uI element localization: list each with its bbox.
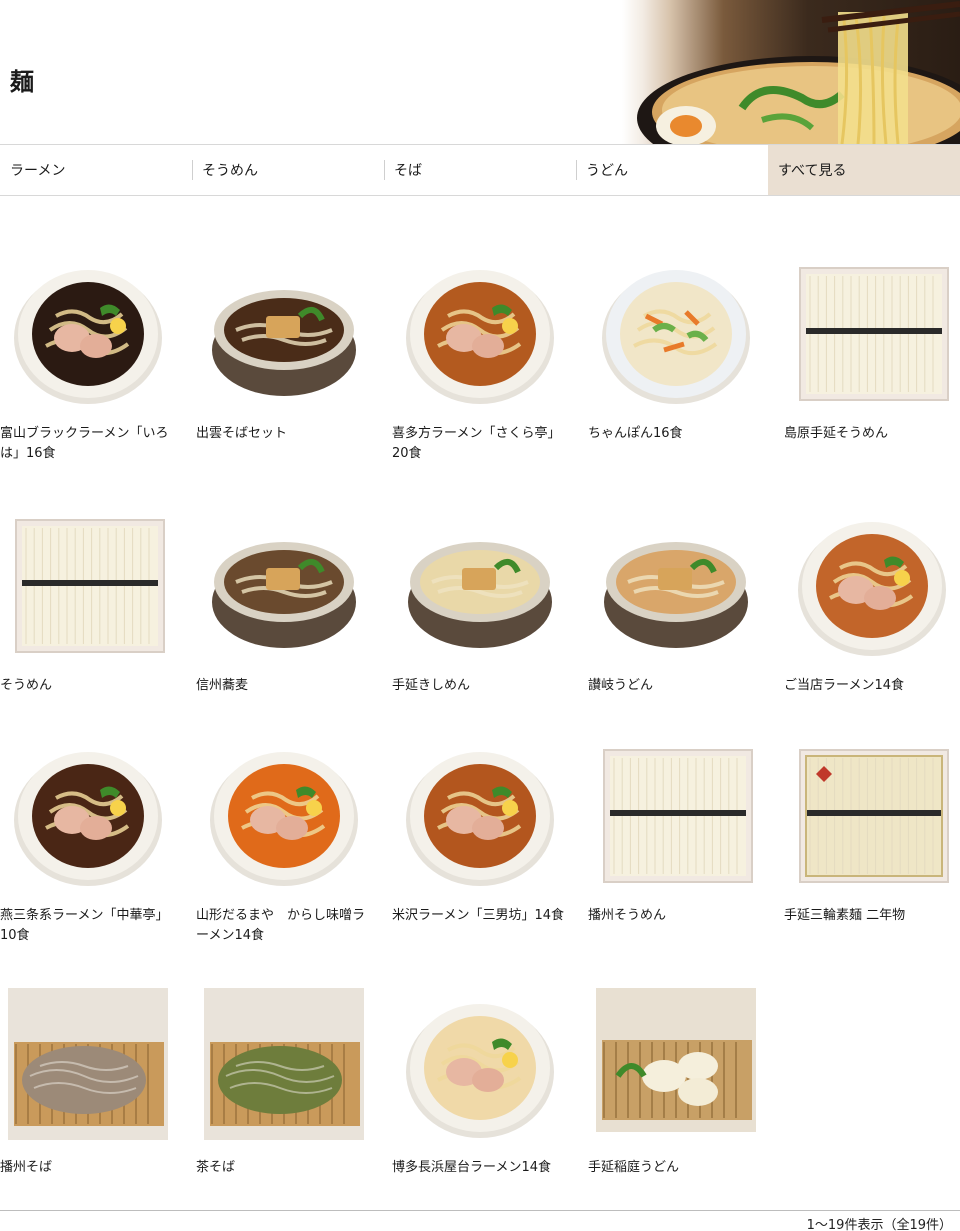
product-photo-illustration	[406, 752, 554, 886]
product-image[interactable]	[0, 246, 176, 422]
product-photo-illustration	[14, 752, 162, 886]
product-name[interactable]: 手延三輪素麺 二年物	[784, 906, 960, 926]
tab-ramen[interactable]: ラーメン	[0, 145, 192, 195]
product-image[interactable]	[588, 980, 764, 1156]
product-name[interactable]: 茶そば	[196, 1158, 372, 1178]
product-card[interactable]: ちゃんぽん16食	[588, 246, 764, 444]
tab-somen[interactable]: そうめん	[192, 145, 384, 195]
product-name[interactable]: 喜多方ラーメン「さくら亭」20食	[392, 424, 568, 464]
product-card[interactable]: 手延稲庭うどん	[588, 980, 764, 1178]
product-image[interactable]	[588, 728, 764, 904]
product-card[interactable]: 出雲そばセット	[196, 246, 372, 444]
tab-label: そば	[394, 163, 422, 179]
product-card[interactable]: 茶そば	[196, 980, 372, 1178]
hero-ramen-illustration	[637, 1, 960, 144]
product-name[interactable]: そうめん	[0, 676, 176, 696]
product-card[interactable]: 山形だるまや からし味噌ラーメン14食	[196, 728, 372, 946]
product-image[interactable]	[392, 728, 568, 904]
product-name[interactable]: 燕三条系ラーメン「中華亭」10食	[0, 906, 176, 946]
tab-label: ラーメン	[10, 163, 66, 179]
category-tabs: ラーメン そうめん そば うどん すべて見る	[0, 144, 960, 196]
product-image[interactable]	[196, 246, 372, 422]
product-card[interactable]: 米沢ラーメン「三男坊」14食	[392, 728, 568, 926]
product-image[interactable]	[196, 728, 372, 904]
product-card[interactable]: 島原手延そうめん	[784, 246, 960, 444]
product-image[interactable]	[392, 498, 568, 674]
product-image[interactable]	[196, 498, 372, 674]
product-card[interactable]: 播州そば	[0, 980, 176, 1178]
product-image[interactable]	[784, 498, 960, 674]
product-name[interactable]: 讃岐うどん	[588, 676, 764, 696]
product-photo-illustration	[798, 522, 946, 656]
product-card[interactable]: そうめん	[0, 498, 176, 696]
product-image[interactable]	[588, 498, 764, 674]
tab-see-all[interactable]: すべて見る	[768, 145, 960, 195]
page-title: 麺	[10, 68, 35, 96]
tab-label: そうめん	[202, 163, 258, 179]
product-photo-illustration	[15, 519, 165, 653]
product-name[interactable]: 信州蕎麦	[196, 676, 372, 696]
product-photo-illustration	[408, 542, 552, 648]
product-name[interactable]: 手延稲庭うどん	[588, 1158, 764, 1178]
product-image[interactable]	[784, 728, 960, 904]
product-image[interactable]	[784, 246, 960, 422]
tab-udon[interactable]: うどん	[576, 145, 768, 195]
product-name[interactable]: 博多長浜屋台ラーメン14食	[392, 1158, 568, 1178]
product-photo-illustration	[212, 542, 356, 648]
product-card[interactable]: 富山ブラックラーメン「いろは」16食	[0, 246, 176, 464]
product-image[interactable]	[392, 980, 568, 1156]
product-name[interactable]: 富山ブラックラーメン「いろは」16食	[0, 424, 176, 464]
product-image[interactable]	[196, 980, 372, 1156]
product-photo-illustration	[799, 749, 949, 883]
product-name[interactable]: 米沢ラーメン「三男坊」14食	[392, 906, 568, 926]
tab-label: うどん	[586, 163, 628, 179]
product-photo-illustration	[602, 270, 750, 404]
product-photo-illustration	[603, 749, 753, 883]
hero-ramen-image	[622, 0, 960, 144]
product-name[interactable]: ちゃんぽん16食	[588, 424, 764, 444]
product-name[interactable]: 播州そうめん	[588, 906, 764, 926]
footer-divider	[0, 1210, 960, 1211]
product-card[interactable]: 播州そうめん	[588, 728, 764, 926]
product-card[interactable]: 手延三輪素麺 二年物	[784, 728, 960, 926]
product-photo-illustration	[210, 752, 358, 886]
product-card[interactable]: 喜多方ラーメン「さくら亭」20食	[392, 246, 568, 464]
product-image[interactable]	[588, 246, 764, 422]
result-count: 1～19件表示（全19件）	[806, 1218, 952, 1231]
product-photo-illustration	[14, 270, 162, 404]
product-card[interactable]: 博多長浜屋台ラーメン14食	[392, 980, 568, 1178]
product-name[interactable]: 島原手延そうめん	[784, 424, 960, 444]
tab-soba[interactable]: そば	[384, 145, 576, 195]
product-name[interactable]: 手延きしめん	[392, 676, 568, 696]
product-name[interactable]: 山形だるまや からし味噌ラーメン14食	[196, 906, 372, 946]
product-image[interactable]	[0, 498, 176, 674]
product-image[interactable]	[392, 246, 568, 422]
product-card[interactable]: ご当店ラーメン14食	[784, 498, 960, 696]
page-header: 麺	[0, 0, 960, 144]
product-photo-illustration	[212, 290, 356, 396]
product-image[interactable]	[0, 728, 176, 904]
product-photo-illustration	[406, 270, 554, 404]
product-photo-illustration	[204, 988, 364, 1140]
tab-label: すべて見る	[778, 163, 847, 179]
product-name[interactable]: ご当店ラーメン14食	[784, 676, 960, 696]
product-card[interactable]: 讃岐うどん	[588, 498, 764, 696]
product-image[interactable]	[0, 980, 176, 1156]
product-name[interactable]: 出雲そばセット	[196, 424, 372, 444]
product-photo-illustration	[596, 988, 756, 1132]
product-photo-illustration	[799, 267, 949, 401]
product-photo-illustration	[8, 988, 168, 1140]
product-name[interactable]: 播州そば	[0, 1158, 176, 1178]
product-photo-illustration	[604, 542, 748, 648]
product-card[interactable]: 燕三条系ラーメン「中華亭」10食	[0, 728, 176, 946]
product-card[interactable]: 手延きしめん	[392, 498, 568, 696]
product-card[interactable]: 信州蕎麦	[196, 498, 372, 696]
product-photo-illustration	[406, 1004, 554, 1138]
